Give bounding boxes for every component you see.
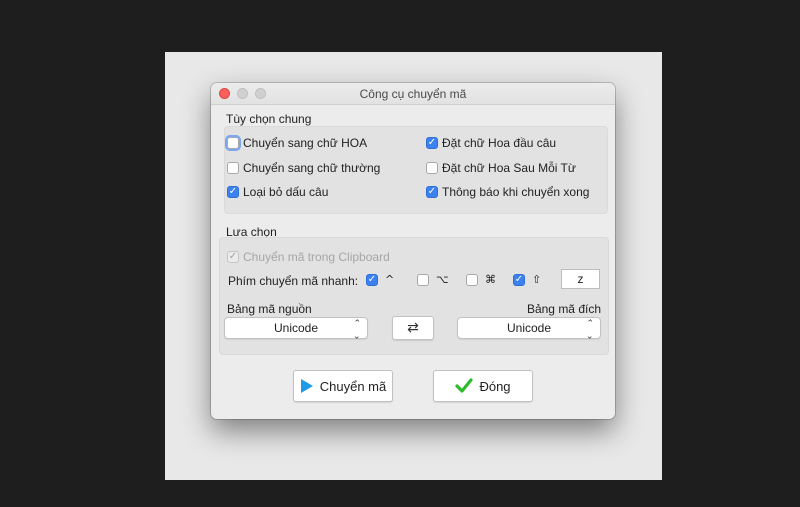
clipboard-checkbox: ✓ xyxy=(227,251,239,263)
lowercase-label: Chuyển sang chữ thường xyxy=(243,161,381,175)
source-stepper-icon: ⌃ ⌃ xyxy=(353,319,361,340)
modifier-shift[interactable]: ✓ ⇧ xyxy=(513,273,541,286)
checkmark-icon xyxy=(455,378,474,393)
uppercase-checkbox[interactable] xyxy=(225,135,241,151)
target-encoding-label: Bảng mã đích xyxy=(526,302,601,316)
option-checkbox[interactable] xyxy=(417,273,429,286)
option-clipboard: ✓ Chuyển mã trong Clipboard xyxy=(227,250,390,264)
play-icon xyxy=(300,379,313,393)
target-encoding-value: Unicode xyxy=(506,321,552,335)
close-button[interactable]: Đóng xyxy=(433,370,533,402)
remove-diacritics-checkbox[interactable]: ✓ xyxy=(227,186,239,198)
control-key-icon: ^ xyxy=(385,273,395,286)
option-lowercase[interactable]: Chuyển sang chữ thường xyxy=(227,161,380,175)
command-checkbox[interactable] xyxy=(466,273,478,286)
option-uppercase[interactable]: Chuyển sang chữ HOA xyxy=(225,135,368,151)
target-encoding-select[interactable]: Unicode ⌃ ⌃ xyxy=(457,317,601,339)
general-options-label: Tùy chọn chung xyxy=(226,112,312,126)
title-bar[interactable]: Công cụ chuyển mã xyxy=(211,83,615,105)
option-remove-diacritics[interactable]: ✓ Loại bỏ dấu câu xyxy=(227,185,328,199)
command-key-icon: ⌘ xyxy=(485,273,496,286)
remove-diacritics-label: Loại bỏ dấu câu xyxy=(243,185,329,199)
convert-button[interactable]: Chuyển mã xyxy=(293,370,393,402)
window-title: Công cụ chuyển mã xyxy=(359,87,467,101)
swap-encodings-button[interactable]: ⇄ xyxy=(392,316,434,340)
option-notify-done[interactable]: ✓ Thông báo khi chuyển xong xyxy=(426,185,589,199)
sentence-case-label: Đặt chữ Hoa đầu câu xyxy=(442,136,557,150)
shift-checkbox[interactable]: ✓ xyxy=(513,273,525,286)
notify-done-label: Thông báo khi chuyển xong xyxy=(442,185,590,199)
option-key-icon: ⌥ xyxy=(436,273,449,286)
target-stepper-icon: ⌃ ⌃ xyxy=(586,319,594,340)
converter-dialog: Công cụ chuyển mã Tùy chọn chung Chuyển … xyxy=(211,83,615,419)
modifier-control[interactable]: ✓ ^ xyxy=(366,273,394,286)
shift-key-icon: ⇧ xyxy=(532,273,542,286)
convert-button-label: Chuyển mã xyxy=(319,378,387,394)
swap-arrows-icon: ⇄ xyxy=(407,320,419,336)
modifier-option[interactable]: ⌥ xyxy=(417,273,449,286)
modifier-command[interactable]: ⌘ xyxy=(466,273,496,286)
hotkey-label: Phím chuyển mã nhanh: xyxy=(228,274,359,288)
sentence-case-checkbox[interactable]: ✓ xyxy=(426,137,438,149)
source-encoding-label: Bảng mã nguồn xyxy=(227,302,312,316)
option-title-case[interactable]: Đặt chữ Hoa Sau Mỗi Từ xyxy=(426,161,576,175)
close-button-label: Đóng xyxy=(479,378,511,394)
notify-done-checkbox[interactable]: ✓ xyxy=(426,186,438,198)
option-sentence-case[interactable]: ✓ Đặt chữ Hoa đầu câu xyxy=(426,136,556,150)
lowercase-checkbox[interactable] xyxy=(227,162,239,174)
hotkey-input[interactable]: z xyxy=(561,269,600,289)
uppercase-label: Chuyển sang chữ HOA xyxy=(243,136,368,150)
source-encoding-select[interactable]: Unicode ⌃ ⌃ xyxy=(224,317,368,339)
clipboard-label: Chuyển mã trong Clipboard xyxy=(243,250,390,264)
source-encoding-value: Unicode xyxy=(273,321,319,335)
title-case-label: Đặt chữ Hoa Sau Mỗi Từ xyxy=(442,161,576,175)
title-case-checkbox[interactable] xyxy=(426,162,438,174)
control-checkbox[interactable]: ✓ xyxy=(366,273,378,286)
